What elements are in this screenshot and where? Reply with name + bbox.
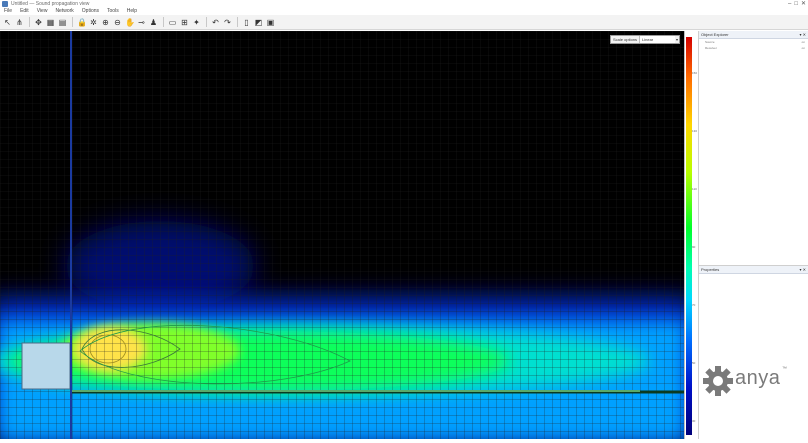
lock-icon[interactable]: 🔒: [77, 18, 87, 27]
image-icon[interactable]: ▣: [266, 18, 275, 27]
legend-tick-label: 110: [692, 187, 697, 191]
add-node-icon[interactable]: ✥: [34, 18, 43, 27]
object-explorer-title: Object Explorer: [701, 32, 729, 37]
menu-edit[interactable]: Edit: [16, 8, 33, 15]
toolbar-separator: [72, 17, 73, 27]
building-block[interactable]: [21, 342, 71, 390]
scale-options-value[interactable]: Linear: [640, 36, 675, 43]
anya-logo: anya ™: [702, 355, 806, 407]
ruler-icon[interactable]: ⊞: [180, 18, 189, 27]
toolbar-separator: [206, 17, 207, 27]
scale-options-control[interactable]: Scale options Linear ▾: [610, 35, 680, 44]
person-icon[interactable]: ♟: [149, 18, 158, 27]
map-grid: [0, 31, 684, 439]
properties-title: Properties: [701, 267, 720, 272]
menu-network[interactable]: Network: [51, 8, 77, 15]
menu-bar: File Edit View Network Options Tools Hel…: [0, 8, 808, 15]
properties-panel: Properties ▾ ✕: [698, 265, 808, 439]
select-arrow-icon[interactable]: ↖: [3, 18, 12, 27]
explorer-row-value: on: [801, 46, 805, 50]
scale-options-label: Scale options: [611, 36, 641, 43]
settings-icon[interactable]: ✲: [89, 18, 98, 27]
toolbar-separator: [237, 17, 238, 27]
color-scale-bar: [686, 37, 692, 435]
toolbar-separator: [29, 17, 30, 27]
menu-tools[interactable]: Tools: [103, 8, 123, 15]
window-controls: – □ ✕: [788, 1, 806, 7]
menu-file[interactable]: File: [0, 8, 16, 15]
table-icon[interactable]: ▤: [58, 18, 67, 27]
object-explorer-header: Object Explorer ▾ ✕: [699, 31, 808, 39]
legend-tick-label: 50: [692, 361, 696, 365]
logo-trademark: ™: [782, 366, 787, 372]
noise-map-viewport[interactable]: [0, 31, 684, 439]
undo-icon[interactable]: ↶: [211, 18, 220, 27]
legend-tick-label: 150: [692, 71, 698, 75]
measure-icon[interactable]: ⊸: [137, 18, 146, 27]
color-scale-legend: 150 130 110 90 70 50 30: [684, 31, 698, 439]
toolbar: ↖ ⋔ ✥ ▦ ▤ 🔒 ✲ ⊕ ⊖ ✋ ⊸ ♟ ▭ ⊞ ✦ ↶ ↷ ▯ ◩ ▣: [0, 15, 808, 30]
grid-icon[interactable]: ▦: [46, 18, 55, 27]
explorer-row-label: Receiver: [705, 46, 717, 50]
application-window: Untitled — Sound propagation view – □ ✕ …: [0, 0, 808, 443]
explorer-row-receiver[interactable]: Receiver on: [699, 45, 808, 51]
maximize-icon[interactable]: □: [794, 1, 798, 7]
noise-contour-map[interactable]: [0, 31, 684, 439]
app-icon: [2, 1, 8, 7]
zoom-out-icon[interactable]: ⊖: [113, 18, 122, 27]
properties-header: Properties ▾ ✕: [699, 266, 808, 274]
toolbar-separator: [163, 17, 164, 27]
menu-help[interactable]: Help: [123, 8, 141, 15]
object-explorer-panel: Object Explorer ▾ ✕ Source on Receiver o…: [698, 31, 808, 265]
title-bar: Untitled — Sound propagation view – □ ✕: [0, 0, 808, 8]
network-icon[interactable]: ⋔: [15, 18, 24, 27]
panel-pin-icon[interactable]: ▾ ✕: [800, 267, 806, 272]
logo-wordmark: anya: [735, 367, 781, 389]
zoom-in-icon[interactable]: ⊕: [101, 18, 110, 27]
menu-view[interactable]: View: [33, 8, 52, 15]
gear-icon: [703, 366, 733, 396]
chevron-down-icon[interactable]: ▾: [675, 36, 679, 43]
close-icon[interactable]: ✕: [801, 1, 806, 7]
export-icon[interactable]: ◩: [254, 18, 263, 27]
legend-tick-label: 30: [692, 419, 696, 423]
chart-icon[interactable]: ▭: [168, 18, 177, 27]
window-title: Untitled — Sound propagation view: [11, 1, 90, 7]
minimize-icon[interactable]: –: [788, 1, 791, 7]
legend-tick-label: 70: [692, 303, 696, 307]
page-icon[interactable]: ▯: [242, 18, 251, 27]
panel-pin-icon[interactable]: ▾ ✕: [800, 32, 806, 37]
redo-icon[interactable]: ↷: [223, 18, 232, 27]
legend-tick-label: 90: [692, 245, 696, 249]
star-icon[interactable]: ✦: [192, 18, 201, 27]
menu-options[interactable]: Options: [78, 8, 103, 15]
pan-icon[interactable]: ✋: [125, 18, 135, 27]
road-line[interactable]: [72, 390, 640, 392]
legend-tick-label: 130: [692, 129, 698, 133]
